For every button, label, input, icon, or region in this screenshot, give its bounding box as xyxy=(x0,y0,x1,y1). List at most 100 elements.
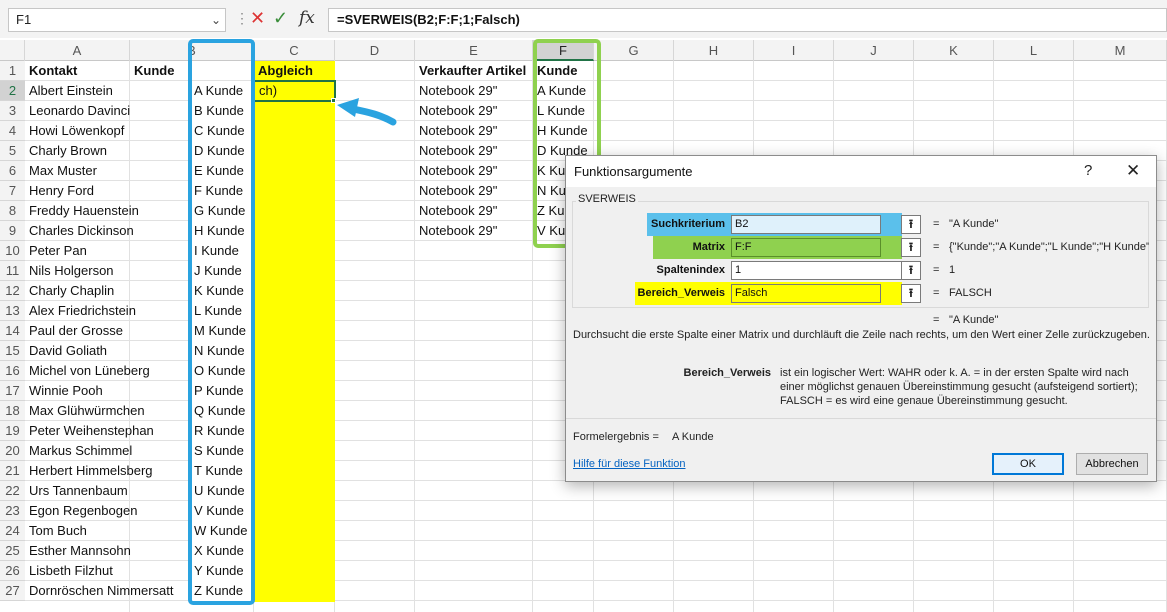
row-header-19[interactable]: 19 xyxy=(0,421,25,441)
cell-kontakt[interactable]: Nils Holgerson xyxy=(25,261,185,281)
cell-kontakt[interactable]: Albert Einstein xyxy=(25,81,185,101)
row-header-6[interactable]: 6 xyxy=(0,161,25,181)
header-kontakt[interactable]: Kontakt xyxy=(25,61,130,81)
row-header-20[interactable]: 20 xyxy=(0,441,25,461)
column-header-k[interactable]: K xyxy=(914,40,994,61)
collapse-icon[interactable]: ⭱ xyxy=(901,261,921,280)
help-icon[interactable]: ? xyxy=(1084,162,1092,179)
cell-artikel[interactable]: Notebook 29" xyxy=(415,81,533,101)
cell-artikel[interactable]: Notebook 29" xyxy=(415,121,533,141)
cell-artikel[interactable]: Notebook 29" xyxy=(415,141,533,161)
cancel-button[interactable]: Abbrechen xyxy=(1076,453,1148,475)
insert-function-icon[interactable]: fx xyxy=(299,8,315,28)
cell-kontakt[interactable]: Charly Brown xyxy=(25,141,185,161)
row-header-18[interactable]: 18 xyxy=(0,401,25,421)
row-header-10[interactable]: 10 xyxy=(0,241,25,261)
cell-kontakt[interactable]: Peter Pan xyxy=(25,241,185,261)
cell-kontakt[interactable]: Max Muster xyxy=(25,161,185,181)
cell-kontakt[interactable]: Michel von Lüneberg xyxy=(25,361,185,381)
row-header-13[interactable]: 13 xyxy=(0,301,25,321)
row-header-21[interactable]: 21 xyxy=(0,461,25,481)
row-header-5[interactable]: 5 xyxy=(0,141,25,161)
column-header-l[interactable]: L xyxy=(994,40,1074,61)
cell-kontakt[interactable]: Lisbeth Filzhut xyxy=(25,561,185,581)
close-icon[interactable]: ✕ xyxy=(1126,161,1140,181)
cell-kontakt[interactable]: Max Glühwürmchen xyxy=(25,401,185,421)
row-header-22[interactable]: 22 xyxy=(0,481,25,501)
collapse-icon[interactable]: ⭱ xyxy=(901,215,921,234)
more-options-icon[interactable]: ⋮ xyxy=(235,10,249,27)
formula-input[interactable]: =SVERWEIS(B2;F:F;1;Falsch) xyxy=(328,8,1167,32)
cell-kontakt[interactable]: Markus Schimmel xyxy=(25,441,185,461)
ok-button[interactable]: OK xyxy=(992,453,1064,475)
row-header-11[interactable]: 11 xyxy=(0,261,25,281)
row-header-14[interactable]: 14 xyxy=(0,321,25,341)
column-header-j[interactable]: J xyxy=(834,40,914,61)
column-header-d[interactable]: D xyxy=(335,40,415,61)
header-verkaufter-artikel[interactable]: Verkaufter Artikel xyxy=(415,61,533,81)
cell-artikel[interactable]: Notebook 29" xyxy=(415,181,533,201)
row-header-9[interactable]: 9 xyxy=(0,221,25,241)
cell-kontakt[interactable]: Alex Friedrichstein xyxy=(25,301,185,321)
column-header-i[interactable]: I xyxy=(754,40,834,61)
row-header-17[interactable]: 17 xyxy=(0,381,25,401)
column-header-e[interactable]: E xyxy=(415,40,533,61)
cell-kontakt[interactable]: Tom Buch xyxy=(25,521,185,541)
row-header-12[interactable]: 12 xyxy=(0,281,25,301)
row-header-4[interactable]: 4 xyxy=(0,121,25,141)
cell-kontakt[interactable]: Herbert Himmelsberg xyxy=(25,461,185,481)
cell-kontakt[interactable]: Dornröschen Nimmersatt xyxy=(25,581,185,601)
cell-artikel[interactable]: Notebook 29" xyxy=(415,201,533,221)
row-header-2[interactable]: 2 xyxy=(0,81,25,101)
function-arguments-dialog: Funktionsargumente ? ✕ SVERWEIS Suchkrit… xyxy=(565,155,1157,482)
cell-kontakt[interactable]: Paul der Grosse xyxy=(25,321,185,341)
column-header-m[interactable]: M xyxy=(1074,40,1167,61)
chevron-down-icon[interactable]: ⌄ xyxy=(211,9,221,31)
arg-input-matrix[interactable]: F:F xyxy=(731,238,881,257)
cell-kontakt[interactable]: Urs Tannenbaum xyxy=(25,481,185,501)
help-link[interactable]: Hilfe für diese Funktion xyxy=(573,458,686,470)
cell-kontakt[interactable]: Henry Ford xyxy=(25,181,185,201)
cell-kontakt[interactable]: Winnie Pooh xyxy=(25,381,185,401)
column-header-h[interactable]: H xyxy=(674,40,754,61)
cancel-icon[interactable]: ✕ xyxy=(250,8,265,29)
row-header-26[interactable]: 26 xyxy=(0,561,25,581)
cell-kontakt[interactable]: Charly Chaplin xyxy=(25,281,185,301)
cell-artikel[interactable]: Notebook 29" xyxy=(415,161,533,181)
arg-input-spaltenindex[interactable]: 1 xyxy=(731,261,902,280)
cell-kontakt[interactable]: Freddy Hauenstein xyxy=(25,201,185,221)
name-box[interactable]: F1 ⌄ xyxy=(8,8,226,32)
cell-artikel[interactable]: Notebook 29" xyxy=(415,221,533,241)
select-all-corner[interactable] xyxy=(0,40,25,61)
arg-input-suchkriterium[interactable]: B2 xyxy=(731,215,881,234)
header-abgleich[interactable]: Abgleich xyxy=(254,61,335,81)
cell-kontakt[interactable]: Egon Regenbogen xyxy=(25,501,185,521)
cell-kontakt[interactable]: Peter Weihenstephan xyxy=(25,421,185,441)
enter-icon[interactable]: ✓ xyxy=(273,8,288,29)
collapse-icon[interactable]: ⭱ xyxy=(901,284,921,303)
row-header-8[interactable]: 8 xyxy=(0,201,25,221)
arg-input-bereich-verweis[interactable]: Falsch xyxy=(731,284,881,303)
column-header-g[interactable]: G xyxy=(594,40,674,61)
cell-kontakt[interactable]: Leonardo Davinci xyxy=(25,101,185,121)
row-header-15[interactable]: 15 xyxy=(0,341,25,361)
cell-kontakt[interactable]: Charles Dickinson xyxy=(25,221,185,241)
row-header-16[interactable]: 16 xyxy=(0,361,25,381)
row-header-3[interactable]: 3 xyxy=(0,101,25,121)
arrow-annotation-icon xyxy=(337,98,397,126)
column-header-a[interactable]: A xyxy=(25,40,130,61)
row-header-7[interactable]: 7 xyxy=(0,181,25,201)
function-name: SVERWEIS xyxy=(576,193,638,205)
cell-kontakt[interactable]: David Goliath xyxy=(25,341,185,361)
cell-artikel[interactable]: Notebook 29" xyxy=(415,101,533,121)
row-header-23[interactable]: 23 xyxy=(0,501,25,521)
row-header-25[interactable]: 25 xyxy=(0,541,25,561)
collapse-icon[interactable]: ⭱ xyxy=(901,238,921,257)
row-header-27[interactable]: 27 xyxy=(0,581,25,601)
cell-kontakt[interactable]: Esther Mannsohn xyxy=(25,541,185,561)
row-header-24[interactable]: 24 xyxy=(0,521,25,541)
row-header-1[interactable]: 1 xyxy=(0,61,25,81)
active-cell[interactable]: ch) xyxy=(253,80,336,102)
column-header-c[interactable]: C xyxy=(254,40,335,61)
cell-kontakt[interactable]: Howi Löwenkopf xyxy=(25,121,185,141)
